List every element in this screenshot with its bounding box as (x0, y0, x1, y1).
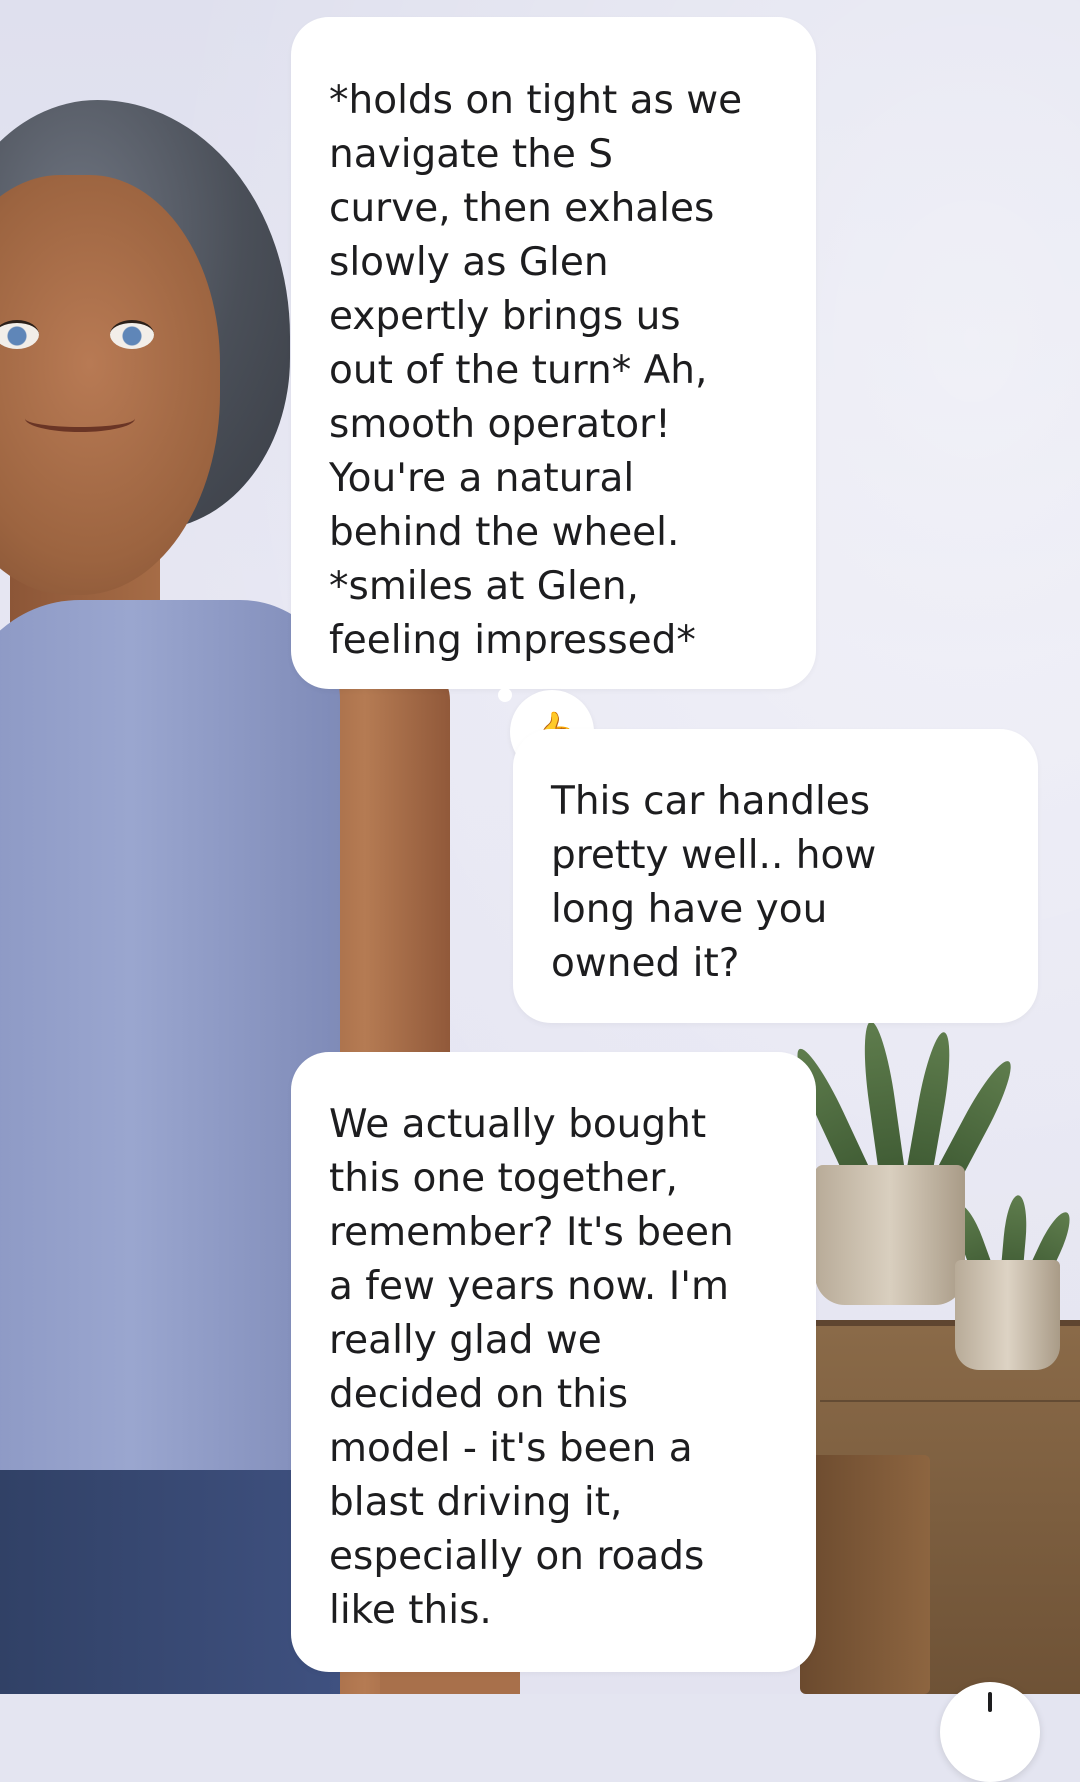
plant-pot (815, 1165, 965, 1305)
character-eye (0, 320, 39, 349)
character-jeans (0, 1470, 340, 1694)
character-eye (110, 320, 154, 349)
shelf-edge (820, 1400, 1080, 1402)
scroll-down-arrow (988, 1692, 992, 1712)
scroll-down-icon[interactable] (940, 1682, 1040, 1782)
user-message-bubble[interactable]: This car handles pretty well.. how long … (513, 729, 1038, 1023)
reaction-tail (498, 688, 512, 702)
ai-message-bubble[interactable]: *holds on tight as we navigate the S cur… (291, 17, 816, 689)
character-mouth (25, 405, 135, 432)
plant-pot (955, 1260, 1060, 1370)
ai-message-bubble[interactable]: We actually bought this one together, re… (291, 1052, 816, 1672)
speaker (800, 1455, 930, 1694)
